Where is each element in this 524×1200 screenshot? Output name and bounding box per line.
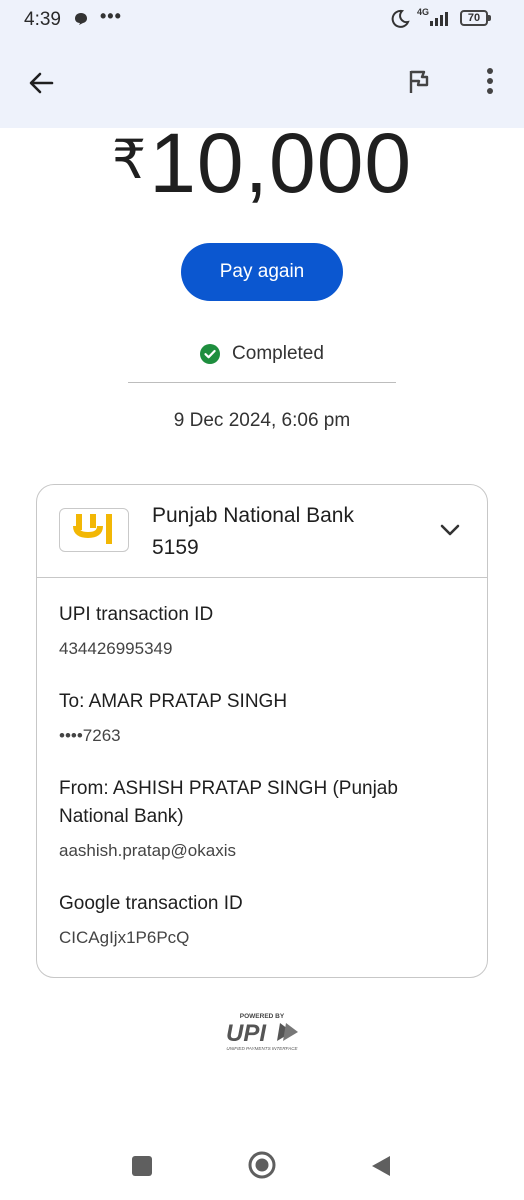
sender-upi-id: aashish.pratap@okaxis — [59, 841, 236, 860]
amount-value: 10,000 — [149, 116, 413, 210]
upi-logo-icon: POWERED BY UPI UNIFIED PAYMENTS INTERFAC… — [222, 1010, 302, 1059]
check-circle-icon — [200, 344, 221, 364]
status-bar: 4:39 ••• 4G 70 — [0, 0, 524, 40]
sender-label: From: ASHISH PRATAP SINGH (Punjab Nation… — [59, 778, 398, 827]
transaction-datetime: 9 Dec 2024, 6:06 pm — [173, 410, 351, 431]
chat-bubble-icon — [74, 12, 88, 31]
status-text: Completed — [232, 343, 324, 364]
more-notifications-icon: ••• — [100, 6, 122, 26]
recipient-block: To: AMAR PRATAP SINGH ••••7263 — [59, 688, 469, 748]
pay-again-button[interactable]: Pay again — [181, 243, 343, 301]
bank-name: Punjab National Bank — [152, 504, 354, 527]
bank-account-last-digits: 5159 — [152, 536, 199, 559]
upi-transaction-id[interactable]: 434426995349 — [59, 637, 469, 661]
signal-icon — [430, 10, 452, 31]
upi-text: UPI — [226, 1020, 267, 1047]
moon-icon — [390, 9, 410, 34]
currency-symbol: ₹ — [111, 130, 148, 190]
status-row: Completed — [0, 343, 524, 365]
upi-transaction-label: UPI transaction ID — [59, 604, 214, 625]
recipient-account: ••••7263 — [59, 726, 121, 745]
battery-icon: 70 — [460, 10, 491, 26]
upi-subtitle: UNIFIED PAYMENTS INTERFACE — [226, 1046, 298, 1051]
bank-account-header[interactable]: Punjab National Bank 5159 — [37, 485, 487, 578]
pnb-logo-icon — [59, 508, 129, 552]
recents-button[interactable] — [132, 1156, 152, 1176]
back-triangle-icon[interactable] — [370, 1154, 392, 1183]
google-transaction-label: Google transaction ID — [59, 893, 243, 914]
home-button[interactable] — [247, 1150, 277, 1185]
transaction-details-card: Punjab National Bank 5159 UPI transactio… — [36, 484, 488, 978]
divider — [128, 382, 396, 383]
recipient-label: To: AMAR PRATAP SINGH — [59, 691, 288, 712]
upi-transaction-block: UPI transaction ID 434426995349 — [59, 601, 469, 661]
google-transaction-id[interactable]: CICAgIjx1P6PcQ — [59, 926, 469, 950]
status-time: 4:39 — [24, 9, 61, 30]
details-list: UPI transaction ID 434426995349 To: AMAR… — [59, 601, 469, 977]
network-type: 4G — [417, 7, 430, 17]
google-transaction-block: Google transaction ID CICAgIjx1P6PcQ — [59, 890, 469, 950]
more-vert-icon[interactable] — [478, 66, 502, 101]
system-nav-bar — [0, 1130, 524, 1200]
flag-icon[interactable] — [406, 68, 432, 101]
sender-block: From: ASHISH PRATAP SINGH (Punjab Nation… — [59, 775, 469, 863]
payment-amount: ₹10,000 — [0, 115, 524, 208]
arrow-left-icon[interactable] — [26, 68, 56, 103]
powered-by-text: POWERED BY — [240, 1013, 285, 1020]
chevron-down-icon[interactable] — [439, 522, 461, 543]
